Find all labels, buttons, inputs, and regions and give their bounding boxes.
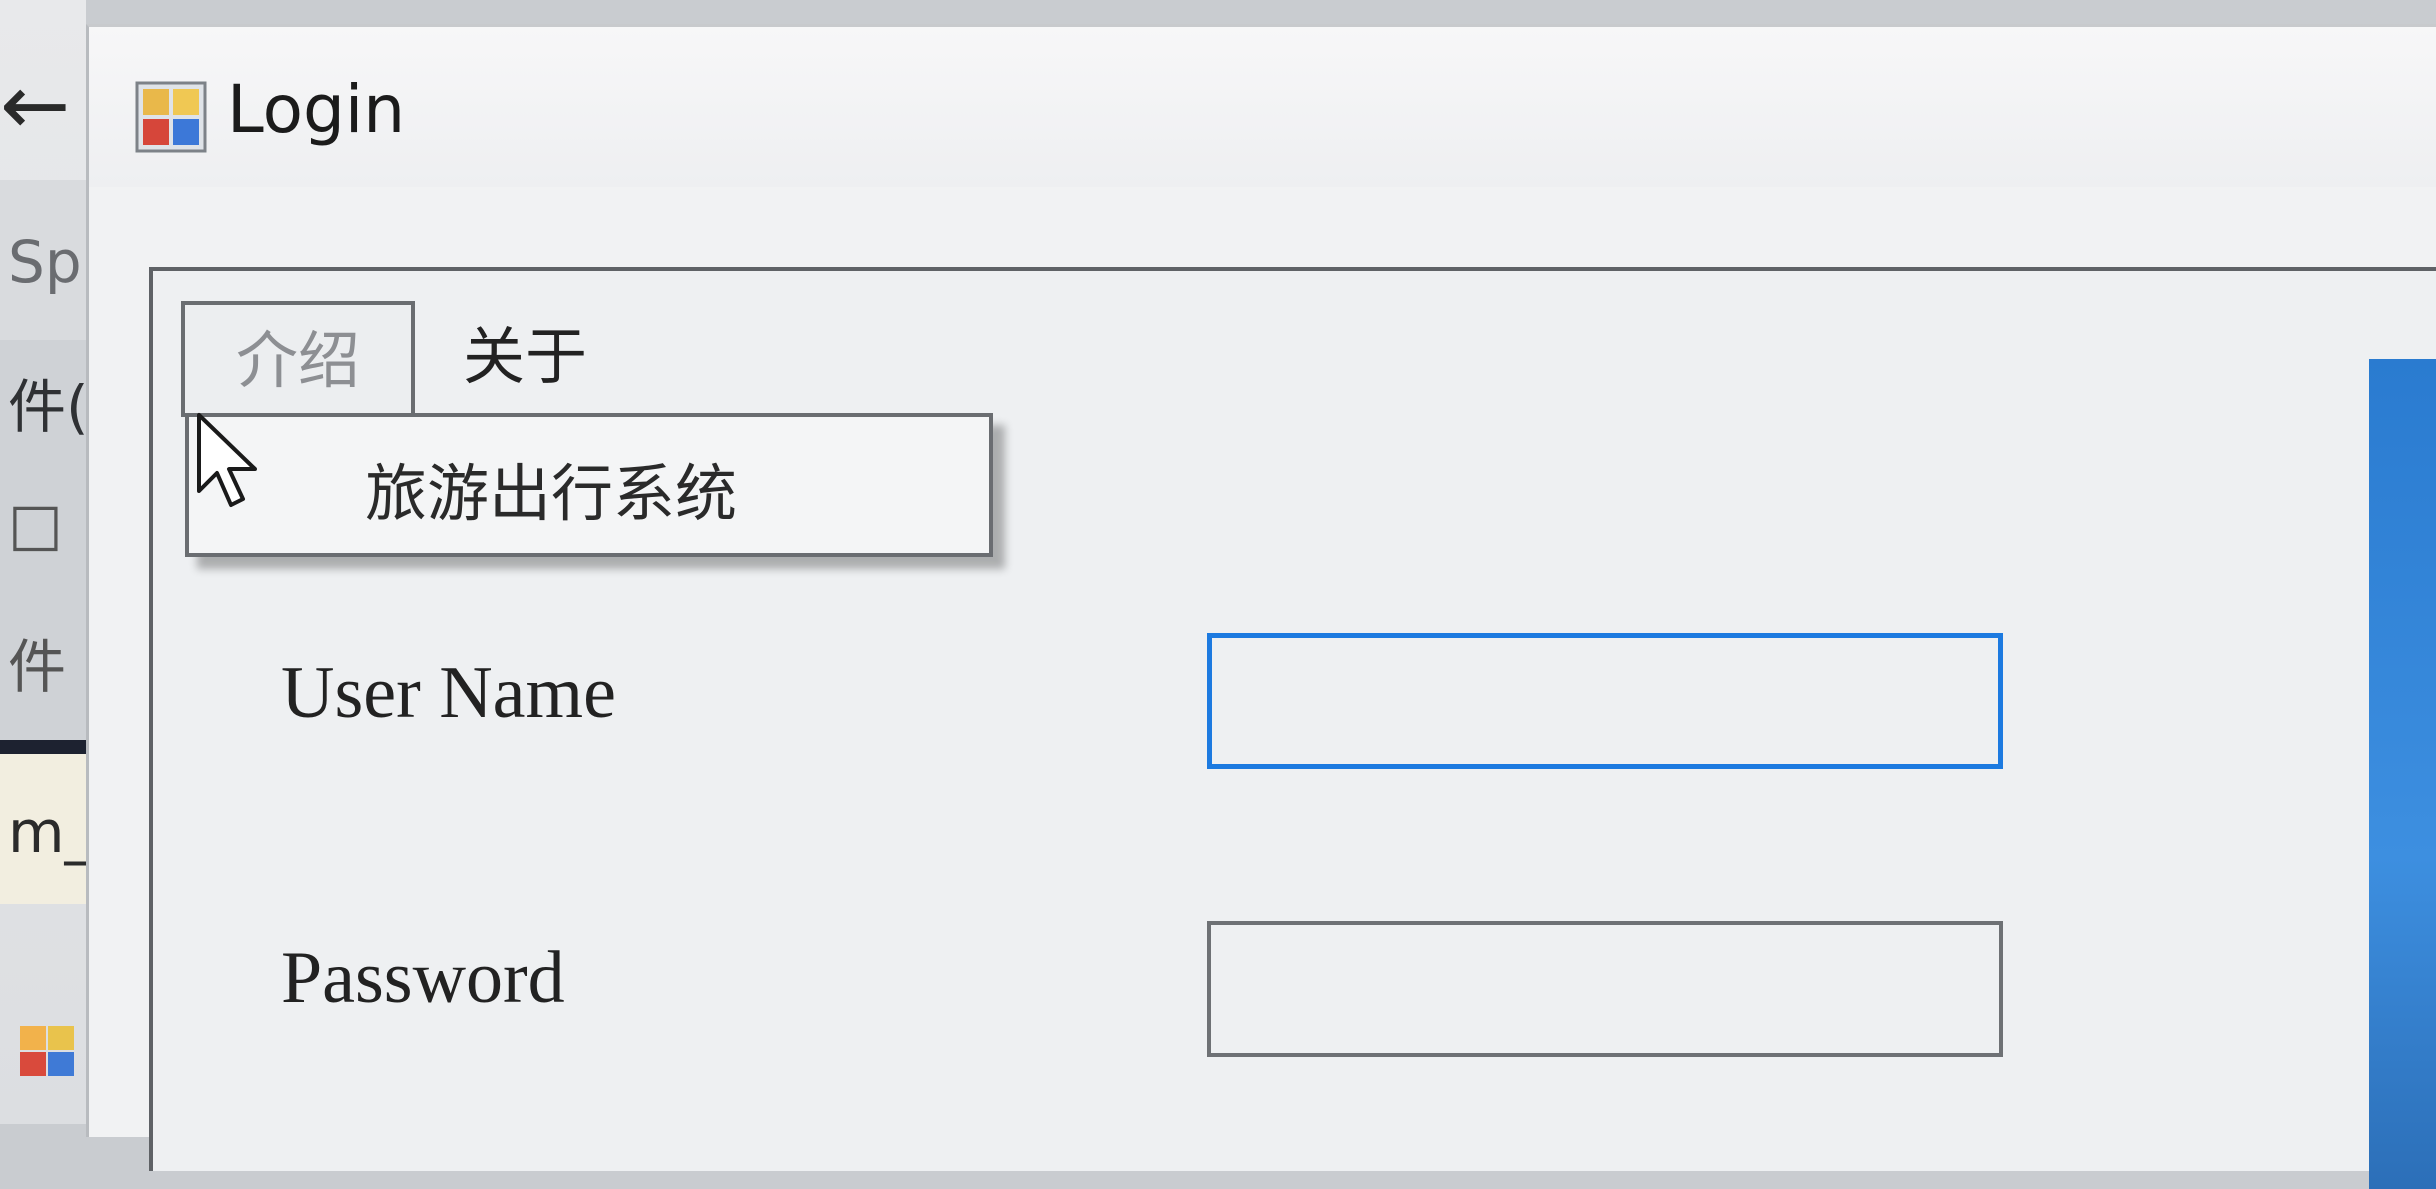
background-text-fragment: m_L	[8, 798, 86, 866]
mouse-cursor-icon	[197, 413, 257, 507]
side-image-panel	[2369, 359, 2436, 1189]
background-panel: m_L	[0, 754, 86, 904]
background-window: ← Sp 件(F □ 件 m_L	[0, 0, 86, 1124]
background-toolbar: 件(F □ 件	[0, 340, 86, 800]
app-window-icon	[135, 81, 207, 153]
background-text-fragment: 件	[8, 633, 67, 701]
background-text-fragment: 件(F	[8, 373, 86, 441]
intro-dropdown-menu: 旅游出行系统	[185, 413, 993, 557]
title-bar[interactable]: Login	[89, 27, 2436, 187]
background-text-fragment: □	[8, 490, 63, 558]
menu-item-intro[interactable]: 介绍	[181, 301, 415, 417]
background-text-fragment: Sp	[8, 228, 82, 296]
username-input[interactable]	[1207, 633, 2003, 769]
dropdown-item-travel-system[interactable]: 旅游出行系统	[365, 443, 737, 533]
background-divider	[0, 740, 86, 754]
password-input[interactable]	[1207, 921, 2003, 1057]
username-label: User Name	[281, 652, 616, 734]
background-tab-strip: Sp	[0, 180, 86, 340]
app-window-icon[interactable]	[18, 1022, 78, 1082]
back-arrow-icon[interactable]: ←	[0, 50, 70, 160]
window-title: Login	[227, 71, 406, 148]
menu-item-about[interactable]: 关于	[453, 301, 597, 413]
password-label: Password	[281, 937, 565, 1019]
client-area: 介绍 关于 旅游出行系统 User Name Password	[149, 267, 2436, 1189]
login-window: Login 介绍 关于 旅游出行系统 User Name Password	[86, 24, 2436, 1189]
